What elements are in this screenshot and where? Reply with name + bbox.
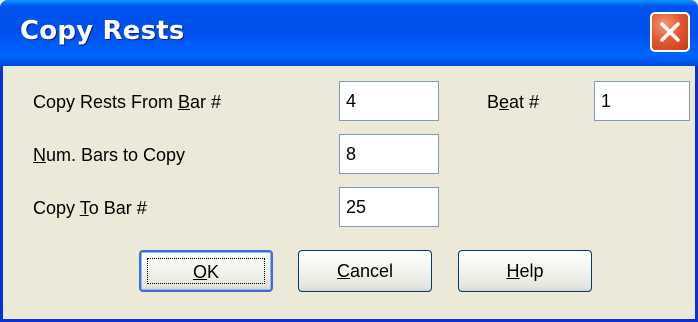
cancel-button[interactable]: Cancel bbox=[298, 250, 432, 292]
close-button[interactable] bbox=[650, 12, 690, 52]
from-bar-input[interactable] bbox=[339, 81, 439, 121]
num-bars-input[interactable] bbox=[339, 134, 439, 174]
focus-rectangle bbox=[147, 258, 265, 284]
to-bar-label: Copy To Bar # bbox=[33, 198, 147, 218]
beat-input[interactable] bbox=[594, 81, 690, 121]
ok-button[interactable]: OK bbox=[139, 250, 273, 292]
beat-label: Beat # bbox=[487, 92, 540, 112]
close-icon bbox=[660, 22, 680, 42]
to-bar-input[interactable] bbox=[339, 187, 439, 227]
dialog-body: Copy Rests From Bar # Beat # Num. Bars t… bbox=[3, 66, 695, 319]
copy-rests-dialog: Copy Rests Copy Rests From Bar # Beat # … bbox=[0, 0, 698, 322]
title-bar[interactable]: Copy Rests bbox=[0, 0, 698, 66]
num-bars-label: Num. Bars to Copy bbox=[33, 145, 186, 165]
from-bar-label: Copy Rests From Bar # bbox=[33, 92, 222, 112]
help-button[interactable]: Help bbox=[458, 250, 592, 292]
dialog-title: Copy Rests bbox=[20, 16, 185, 46]
